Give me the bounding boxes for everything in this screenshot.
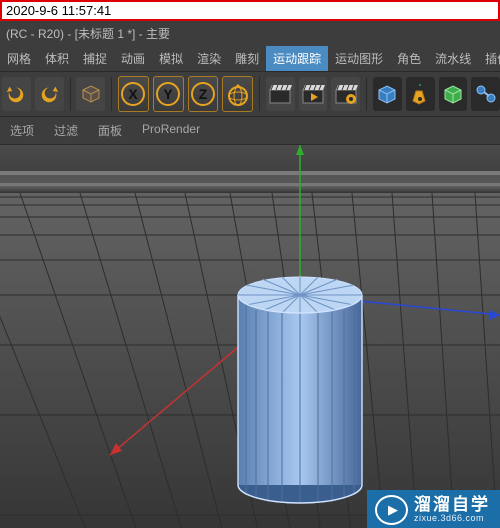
menu-volume[interactable]: 体积 bbox=[38, 46, 76, 71]
svg-text:Y: Y bbox=[163, 86, 173, 102]
toolbar-separator bbox=[259, 77, 260, 111]
clapboard-gear-icon bbox=[333, 81, 359, 107]
menu-snap[interactable]: 捕捉 bbox=[76, 46, 114, 71]
undo-button[interactable] bbox=[2, 77, 31, 111]
menu-motion-tracker[interactable]: 运动跟踪 bbox=[266, 46, 328, 71]
connect-icon bbox=[473, 81, 499, 107]
cube-primitive-icon bbox=[374, 81, 400, 107]
menu-render[interactable]: 渲染 bbox=[190, 46, 228, 71]
axis-z-button[interactable]: Z bbox=[188, 76, 219, 112]
menu-character[interactable]: 角色 bbox=[390, 46, 428, 71]
viewport-canvas bbox=[0, 145, 500, 528]
toolbar-separator bbox=[366, 77, 367, 111]
pen-icon bbox=[407, 81, 433, 107]
deformer-button[interactable] bbox=[471, 77, 500, 111]
menu-pipeline[interactable]: 流水线 bbox=[428, 46, 478, 71]
menu-simulate[interactable]: 模拟 bbox=[152, 46, 190, 71]
menu-mesh[interactable]: 网格 bbox=[0, 46, 38, 71]
watermark-url: zixue.3d66.com bbox=[414, 514, 490, 523]
axis-x-button[interactable]: X bbox=[118, 76, 149, 112]
axis-z-icon: Z bbox=[190, 81, 216, 107]
clapboard-icon bbox=[267, 81, 293, 107]
cylinder-object[interactable] bbox=[238, 277, 362, 503]
primitive-cube-button[interactable] bbox=[373, 77, 402, 111]
window-title: (RC - R20) - [未标题 1 *] - 主要 bbox=[0, 21, 500, 46]
coord-system-button[interactable] bbox=[222, 76, 253, 112]
axis-y-icon: Y bbox=[155, 81, 181, 107]
watermark: ▶ 溜溜自学 zixue.3d66.com bbox=[367, 490, 500, 528]
axis-y-button[interactable]: Y bbox=[153, 76, 184, 112]
viewport-tabs: 选项 过滤 面板 ProRender bbox=[0, 117, 500, 145]
menu-sculpt[interactable]: 雕刻 bbox=[228, 46, 266, 71]
generator-button[interactable] bbox=[439, 77, 468, 111]
tab-options[interactable]: 选项 bbox=[0, 117, 44, 144]
watermark-brand: 溜溜自学 bbox=[414, 496, 490, 514]
svg-text:X: X bbox=[129, 86, 139, 102]
svg-text:Z: Z bbox=[199, 86, 208, 102]
timestamp-overlay: 2020-9-6 11:57:41 bbox=[0, 0, 500, 21]
toolbar-separator bbox=[70, 77, 71, 111]
undo-icon bbox=[5, 83, 27, 105]
render-pv-button[interactable] bbox=[299, 77, 328, 111]
live-selection-button[interactable] bbox=[76, 77, 105, 111]
toolbar-separator bbox=[111, 77, 112, 111]
redo-button[interactable] bbox=[35, 77, 64, 111]
menu-bar: 网格 体积 捕捉 动画 模拟 渲染 雕刻 运动跟踪 运动图形 角色 流水线 插件… bbox=[0, 46, 500, 72]
tab-panel[interactable]: 面板 bbox=[88, 117, 132, 144]
subdivision-icon bbox=[440, 81, 466, 107]
menu-plugins[interactable]: 插件 bbox=[478, 46, 500, 71]
redo-icon bbox=[38, 83, 60, 105]
render-settings-button[interactable] bbox=[331, 77, 360, 111]
globe-icon bbox=[225, 81, 251, 107]
axis-x-icon: X bbox=[120, 81, 146, 107]
render-view-button[interactable] bbox=[266, 77, 295, 111]
spline-pen-button[interactable] bbox=[406, 77, 435, 111]
cube-icon bbox=[79, 82, 103, 106]
perspective-viewport[interactable]: ▶ 溜溜自学 zixue.3d66.com bbox=[0, 145, 500, 528]
tab-filter[interactable]: 过滤 bbox=[44, 117, 88, 144]
menu-mograph[interactable]: 运动图形 bbox=[328, 46, 390, 71]
play-icon: ▶ bbox=[375, 495, 408, 525]
main-toolbar: X Y Z bbox=[0, 72, 500, 117]
menu-animate[interactable]: 动画 bbox=[114, 46, 152, 71]
tab-prorender[interactable]: ProRender bbox=[132, 117, 210, 144]
clapboard-play-icon bbox=[300, 81, 326, 107]
